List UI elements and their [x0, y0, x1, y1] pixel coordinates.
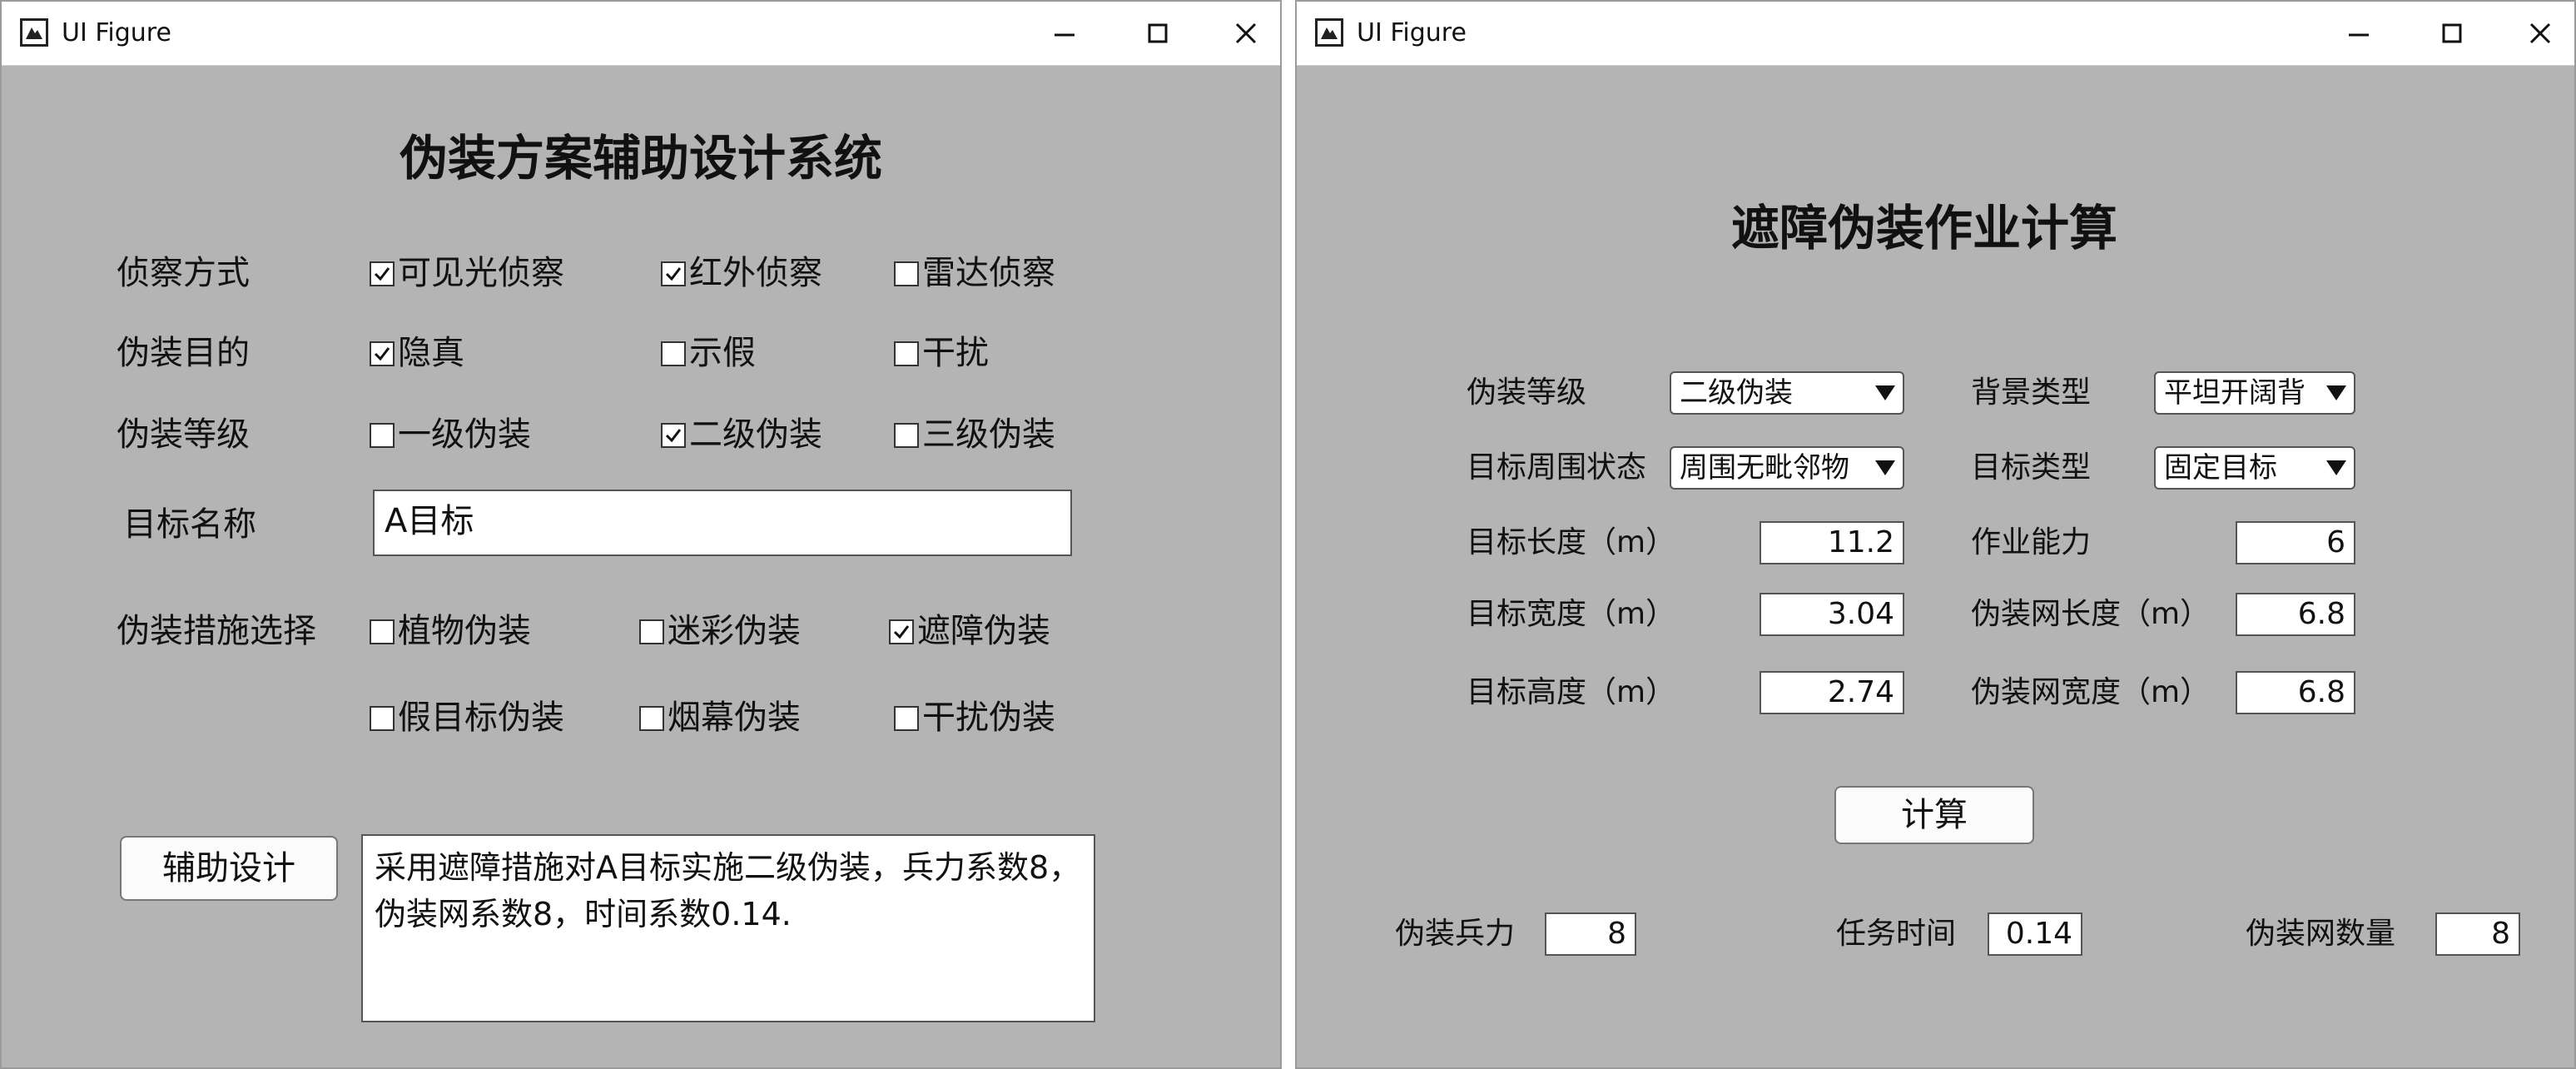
close-button[interactable] [2511, 10, 2569, 57]
minimize-icon [2349, 33, 2369, 37]
camo-purpose-label: 伪装目的 [117, 334, 250, 372]
checkbox-label: 干扰 [922, 334, 989, 372]
checkmark-icon [374, 347, 390, 361]
background-type-label: 背景类型 [1971, 375, 2092, 410]
maximize-icon [2442, 23, 2462, 43]
checkbox-label: 雷达侦察 [922, 254, 1055, 292]
calculate-button[interactable]: 计算 [1834, 786, 2034, 844]
checkbox-label: 二级伪装 [689, 415, 822, 454]
troops-label: 伪装兵力 [1395, 917, 1516, 951]
page-title: 伪装方案辅助设计系统 [400, 130, 883, 186]
title-bar: UI Figure [1297, 2, 2574, 66]
close-icon [1235, 22, 1257, 44]
checkmark-icon [665, 267, 682, 281]
checkbox-label: 烟幕伪装 [668, 699, 801, 737]
checkbox-label: 植物伪装 [398, 612, 531, 650]
checkmark-icon [665, 429, 682, 443]
main-window: UI Figure 伪装方案辅助设计系统 侦察方式 可见光侦察 红外侦察 雷达侦… [0, 0, 1282, 1069]
checkbox-label: 可见光侦察 [398, 254, 564, 292]
target-length-input[interactable]: 11.2 [1760, 521, 1904, 564]
checkbox-label: 遮障伪装 [917, 612, 1050, 650]
target-surround-label: 目标周围状态 [1467, 450, 1647, 485]
checkbox-label: 三级伪装 [922, 415, 1055, 454]
camo-level-label: 伪装等级 [1467, 375, 1587, 410]
target-type-label: 目标类型 [1971, 450, 2092, 485]
figure-icon [1315, 18, 1343, 47]
target-name-label: 目标名称 [123, 505, 256, 544]
window-title: UI Figure [1357, 18, 1467, 47]
window-title: UI Figure [62, 18, 171, 47]
dropdown-value: 固定目标 [2164, 451, 2277, 485]
net-length-input[interactable]: 6.8 [2236, 593, 2355, 636]
checkbox-label: 红外侦察 [689, 254, 822, 292]
triangle-down-icon [2326, 460, 2346, 475]
checkbox-label: 假目标伪装 [398, 699, 564, 737]
target-height-input[interactable]: 2.74 [1760, 671, 1904, 714]
target-height-label: 目标高度（m） [1467, 675, 1676, 709]
net-count-output[interactable]: 8 [2435, 912, 2520, 956]
camo-level-dropdown[interactable]: 二级伪装 [1670, 371, 1904, 415]
target-width-input[interactable]: 3.04 [1760, 593, 1904, 636]
checkbox-label: 隐真 [398, 334, 464, 372]
task-time-label: 任务时间 [1836, 917, 1957, 951]
minimize-icon [1055, 33, 1075, 37]
camo-measures-label: 伪装措施选择 [117, 612, 316, 650]
net-length-label: 伪装网长度（m） [1971, 597, 2211, 631]
target-width-label: 目标宽度（m） [1467, 597, 1676, 631]
title-bar: UI Figure [2, 2, 1280, 66]
net-width-input[interactable]: 6.8 [2236, 671, 2355, 714]
maximize-button[interactable] [2423, 10, 2481, 57]
work-capacity-label: 作业能力 [1971, 525, 2092, 559]
target-type-dropdown[interactable]: 固定目标 [2154, 446, 2355, 490]
close-button[interactable] [1217, 10, 1275, 57]
checkbox-label: 迷彩伪装 [668, 612, 801, 650]
checkbox-label: 干扰伪装 [922, 699, 1055, 737]
checkmark-icon [893, 625, 910, 639]
dropdown-value: 二级伪装 [1680, 376, 1793, 410]
net-width-label: 伪装网宽度（m） [1971, 675, 2211, 709]
checkbox-label: 示假 [689, 334, 756, 372]
target-length-label: 目标长度（m） [1467, 525, 1676, 559]
minimize-button[interactable] [1035, 10, 1094, 57]
figure-icon [20, 18, 48, 47]
result-textarea[interactable]: 采用遮障措施对A目标实施二级伪装，兵力系数8，伪装网系数8，时间系数0.14. [361, 834, 1095, 1022]
background-type-dropdown[interactable]: 平坦开阔背 [2154, 371, 2355, 415]
minimize-button[interactable] [2330, 10, 2388, 57]
recon-mode-label: 侦察方式 [117, 254, 250, 292]
net-count-label: 伪装网数量 [2246, 917, 2396, 951]
close-icon [2529, 22, 2551, 44]
calc-window: UI Figure 遮障伪装作业计算 伪装等级 二级伪装 背景类型 平坦开阔背 … [1295, 0, 2576, 1069]
checkbox-label: 一级伪装 [398, 415, 531, 454]
maximize-button[interactable] [1129, 10, 1187, 57]
maximize-icon [1148, 23, 1168, 43]
troops-output[interactable]: 8 [1545, 912, 1636, 956]
triangle-down-icon [2326, 385, 2346, 400]
work-capacity-input[interactable]: 6 [2236, 521, 2355, 564]
task-time-output[interactable]: 0.14 [1988, 912, 2082, 956]
dropdown-value: 平坦开阔背 [2164, 376, 2305, 410]
camo-level-label: 伪装等级 [117, 415, 250, 454]
assist-design-button[interactable]: 辅助设计 [120, 836, 338, 901]
page-title: 遮障伪装作业计算 [1731, 200, 2118, 256]
target-name-input[interactable]: A目标 [373, 490, 1072, 556]
dropdown-value: 周围无毗邻物 [1680, 451, 1849, 485]
triangle-down-icon [1875, 460, 1895, 475]
target-surround-dropdown[interactable]: 周围无毗邻物 [1670, 446, 1904, 490]
triangle-down-icon [1875, 385, 1895, 400]
checkmark-icon [374, 267, 390, 281]
